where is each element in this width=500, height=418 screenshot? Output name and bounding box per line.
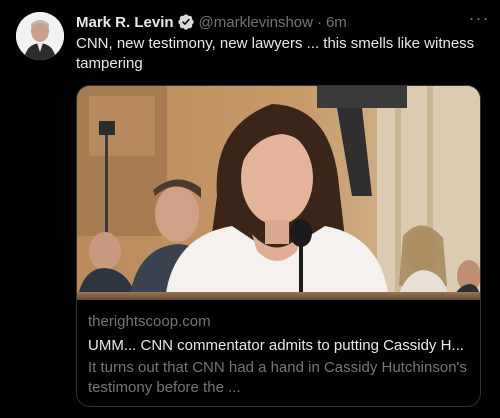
author-handle[interactable]: @marklevinshow <box>199 14 313 31</box>
tweet[interactable]: Mark R. Levin @marklevinshow · 6m ··· CN… <box>0 0 500 418</box>
avatar-image <box>16 12 64 60</box>
avatar[interactable] <box>16 12 64 60</box>
separator-dot: · <box>316 13 322 31</box>
card-domain: therightscoop.com <box>88 313 211 330</box>
timestamp[interactable]: 6m <box>326 14 347 31</box>
card-photo <box>77 86 480 300</box>
card-title[interactable]: UMM... CNN commentator admits to putting… <box>88 336 469 356</box>
card-description: It turns out that CNN had a hand in Cass… <box>88 359 467 396</box>
tweet-text: CNN, new testimony, new lawyers ... this… <box>76 35 475 72</box>
card-image <box>77 86 480 300</box>
tweet-header: Mark R. Levin @marklevinshow · 6m <box>76 12 488 32</box>
verified-badge-icon <box>177 14 194 30</box>
link-card[interactable]: therightscoop.com UMM... CNN commentator… <box>76 85 481 407</box>
author-name[interactable]: Mark R. Levin <box>76 14 174 31</box>
card-body: therightscoop.com UMM... CNN commentator… <box>88 312 469 398</box>
more-icon[interactable]: ··· <box>466 9 492 32</box>
